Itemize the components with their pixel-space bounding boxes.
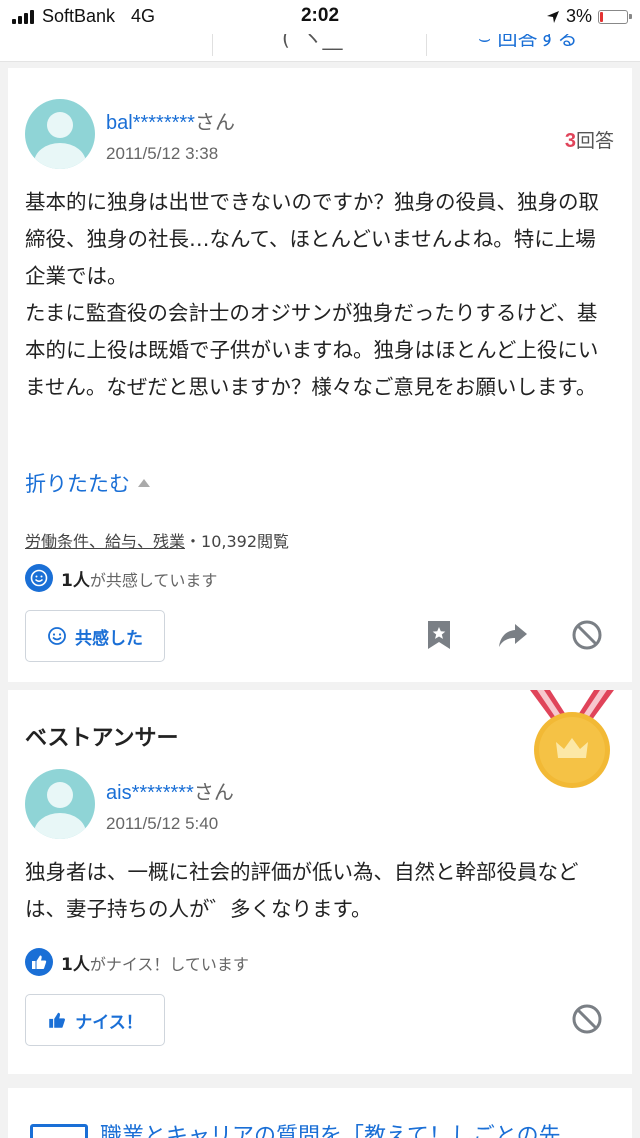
answer-user[interactable]: ais********さん [106, 776, 234, 805]
report-button[interactable] [570, 618, 604, 652]
bookmark-star-icon [428, 621, 450, 649]
question-date: 2011/5/12 3:38 [106, 144, 219, 163]
empathy-button[interactable]: 共感した [25, 610, 165, 662]
question-user[interactable]: bal********さん [106, 106, 235, 135]
empathy-text: が共感しています [89, 570, 218, 590]
question-card: bal********さん 2011/5/12 3:38 3回答 基本的に独身は… [8, 68, 632, 682]
battery-percent: 3% [565, 6, 592, 26]
smile-icon [48, 627, 66, 645]
best-answer-card: ベストアンサー ais********さん 2011/5/12 5:40 独身者… [8, 690, 632, 1074]
gold-medal-icon [530, 690, 614, 788]
category-tag[interactable]: 労働条件、給与、残業 [25, 528, 185, 552]
top-tabs-partial: ( ̄ ̄ヽ__ ⌣ 回答する [0, 34, 640, 62]
empathy-button-label: 共感した [75, 628, 143, 649]
report-button[interactable] [570, 1002, 604, 1036]
user-id[interactable]: bal******** [106, 112, 195, 134]
answer-count-number: 3 [564, 130, 576, 152]
best-answer-title: ベストアンサー [25, 726, 179, 751]
thumbs-up-icon [25, 948, 53, 976]
prohibit-icon [572, 620, 602, 650]
battery-fill [600, 11, 603, 22]
thumbs-up-icon [49, 1012, 66, 1028]
answer-body: 独身者は、一概に社会的評価が低い為、自然と幹部役員などは、妻子持ちの人が゛多くな… [25, 860, 579, 921]
tab-fragment-icon: ( ̄ ̄ヽ__ [282, 34, 343, 50]
share-arrow-icon [499, 624, 527, 647]
page: { "status_bar": { "carrier": "SoftBank",… [0, 0, 640, 1138]
career-banner-icon [30, 1124, 88, 1138]
nice-button-label: ナイス！ [75, 1012, 143, 1033]
prohibit-icon [572, 1004, 602, 1034]
teaser-text[interactable]: 職業とキャリアの質問を「教えて！しごとの先 [100, 1118, 561, 1138]
empathy-summary: 1人が共感しています [25, 564, 217, 592]
answer-date: 2011/5/12 5:40 [106, 814, 219, 833]
user-suffix: さん [193, 780, 234, 804]
user-id[interactable]: ais******** [106, 782, 194, 804]
nice-count: 1人 [61, 954, 90, 975]
avatar [25, 769, 95, 839]
question-body: 基本的に独身は出世できないのですか？独身の役員、独身の取締役、独身の社長…なんて… [25, 190, 599, 399]
view-count: 10,392閲覧 [201, 532, 290, 551]
clock: 2:02 [300, 5, 340, 26]
answer-count[interactable]: 3回答 [565, 126, 614, 153]
triangle-up-icon [138, 479, 150, 487]
tags-row: 労働条件、給与、残業 ・ 10,392閲覧 [25, 528, 289, 552]
nice-summary: 1人がナイス！しています [25, 948, 249, 976]
nice-button[interactable]: ナイス！ [25, 994, 165, 1046]
bookmark-button[interactable] [422, 618, 456, 652]
career-teaser[interactable]: 職業とキャリアの質問を「教えて！しごとの先 [8, 1088, 632, 1138]
status-bar: SoftBank 4G 2:02 3% [0, 0, 640, 34]
battery-icon [598, 9, 632, 24]
collapse-toggle[interactable]: 折りたたむ [25, 468, 150, 498]
answer-count-label: 回答 [575, 130, 614, 152]
empathy-count: 1人 [61, 570, 90, 591]
tab-fragment-answer[interactable]: ⌣ 回答する [478, 34, 578, 51]
smile-icon [25, 564, 53, 592]
location-arrow-icon [546, 10, 559, 23]
user-suffix: さん [194, 110, 235, 134]
nice-text: がナイス！しています [89, 954, 249, 974]
collapse-label: 折りたたむ [25, 472, 130, 496]
avatar [25, 99, 95, 169]
share-button[interactable] [496, 618, 530, 652]
